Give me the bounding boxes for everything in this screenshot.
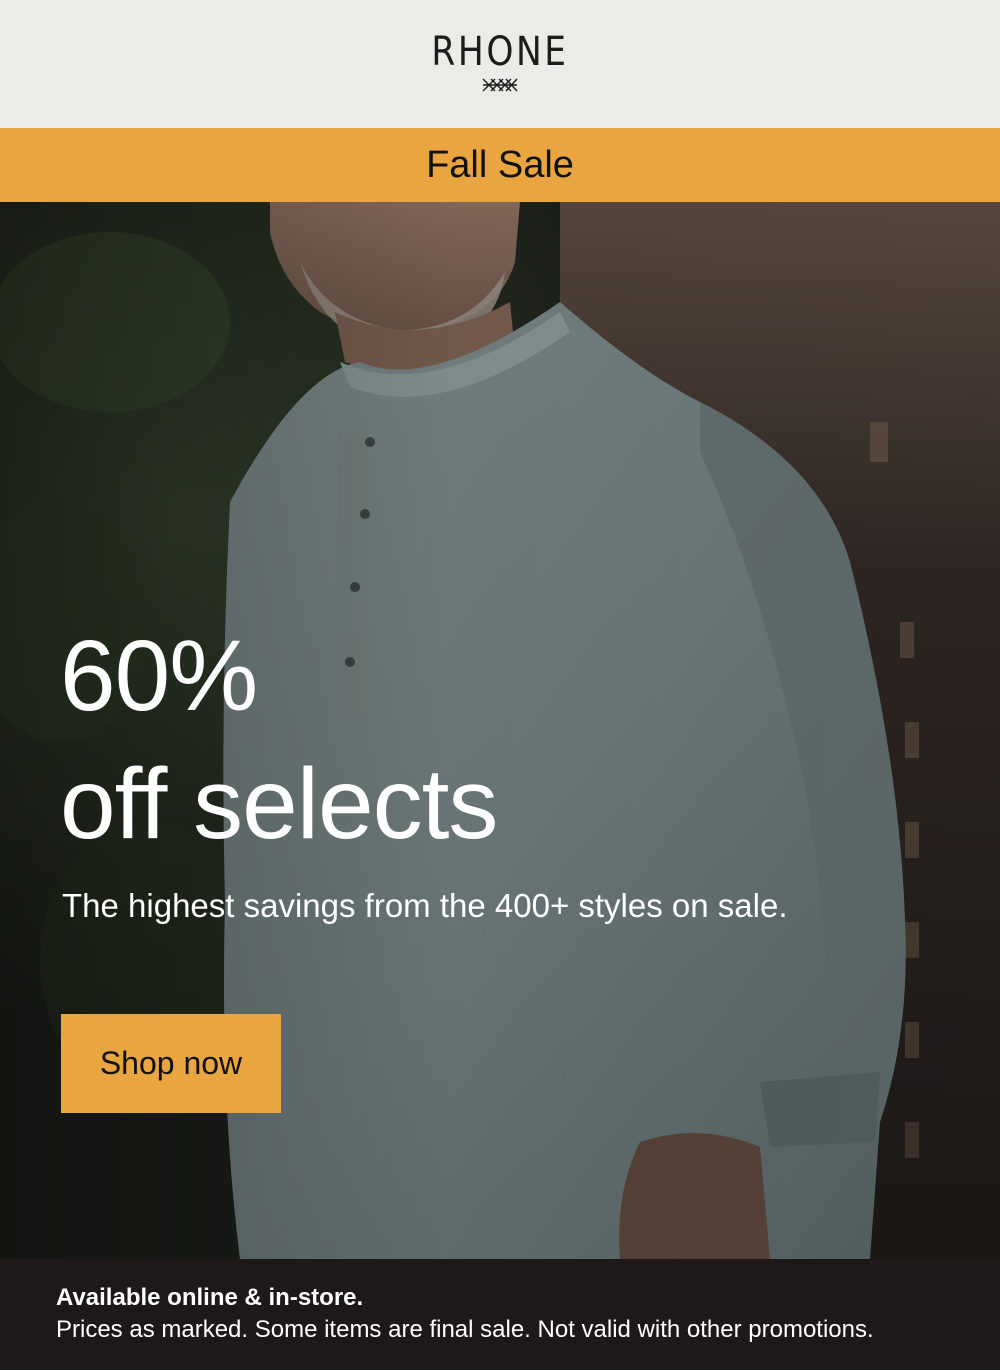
shop-now-button[interactable]: Shop now <box>61 1014 281 1113</box>
header: RHONE <box>0 0 1000 128</box>
email-page: RHONE Fall Sale 60% off selects The high… <box>0 0 1000 1370</box>
brand-logo[interactable]: RHONE <box>70 30 930 74</box>
hero-headline-line2: off selects <box>60 748 498 860</box>
footer: Available online & in-store. Prices as m… <box>0 1259 1000 1370</box>
sale-banner-title: Fall Sale <box>426 143 574 186</box>
availability-note: Available online & in-store. <box>56 1284 364 1311</box>
hero-headline: 60% off selects <box>60 612 498 868</box>
sale-banner[interactable]: Fall Sale <box>0 128 1000 202</box>
crossed-stitch-icon <box>482 78 518 92</box>
hero-headline-line1: 60% <box>60 620 258 732</box>
hero-subheadline: The highest savings from the 400+ styles… <box>62 887 788 924</box>
hero-section[interactable]: 60% off selects The highest savings from… <box>0 202 1000 1259</box>
legal-disclaimer: Prices as marked. Some items are final s… <box>56 1316 874 1343</box>
